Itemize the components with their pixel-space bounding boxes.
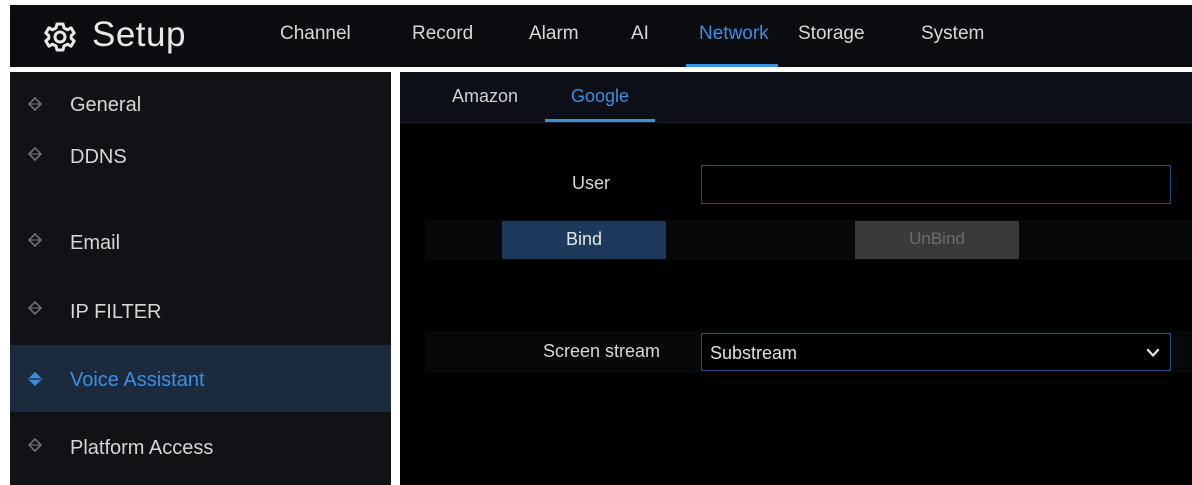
sidebar-item-label: Email (70, 232, 121, 254)
tab-google[interactable]: Google (545, 72, 655, 122)
diamond-bullet-icon (28, 97, 42, 111)
nav-ai[interactable]: AI (631, 5, 653, 67)
sidebar-item-platform-access[interactable]: Platform Access (10, 412, 391, 479)
sidebar-item-general[interactable]: General (10, 72, 391, 139)
tab-amazon[interactable]: Amazon (440, 72, 530, 122)
sidebar-item-voice-assistant[interactable]: Voice Assistant (10, 345, 391, 412)
sidebar-item-label: General (70, 94, 142, 116)
content-panel: Amazon Google User Bind UnBind Screen st… (400, 72, 1192, 485)
user-field[interactable] (701, 165, 1171, 204)
diamond-bullet-icon (28, 438, 42, 452)
subtab-bar: Amazon Google (400, 72, 1192, 123)
diamond-bullet-icon (28, 147, 42, 161)
top-header: Setup Channel Record Alarm AI Network St… (10, 5, 1192, 67)
sidebar-item-email[interactable]: Email (10, 206, 391, 273)
sidebar-item-label: IP FILTER (70, 301, 162, 323)
sidebar: General DDNS Email IP FILTER Voice Assis… (10, 72, 391, 485)
sidebar-item-ip-filter[interactable]: IP FILTER (10, 273, 391, 340)
main-nav: Channel Record Alarm AI Network Storage … (280, 5, 1011, 67)
nav-system[interactable]: System (921, 5, 1011, 67)
sidebar-item-label: DDNS (70, 146, 127, 168)
sidebar-item-label: Voice Assistant (70, 369, 205, 391)
chevron-down-icon (1146, 348, 1160, 357)
diamond-bullet-icon (28, 233, 42, 247)
nav-storage[interactable]: Storage (798, 5, 888, 67)
screen-stream-label: Screen stream (542, 341, 660, 361)
screen-stream-value: Substream (710, 343, 798, 363)
page-title: Setup (92, 15, 186, 54)
nav-channel[interactable]: Channel (280, 5, 392, 67)
bind-button[interactable]: Bind (502, 221, 666, 259)
nav-alarm[interactable]: Alarm (529, 5, 591, 67)
sidebar-item-label: Platform Access (70, 437, 214, 459)
user-label: User (571, 173, 610, 193)
nav-network[interactable]: Network (686, 5, 778, 67)
screen-stream-select[interactable]: Substream (701, 333, 1171, 371)
diamond-bullet-icon (28, 372, 42, 386)
nav-record[interactable]: Record (412, 5, 492, 67)
setup-window: Setup Channel Record Alarm AI Network St… (0, 0, 1192, 485)
gear-icon[interactable] (44, 21, 76, 53)
sidebar-item-ddns[interactable]: DDNS (10, 139, 391, 206)
unbind-button[interactable]: UnBind (855, 221, 1019, 259)
diamond-bullet-icon (28, 301, 42, 315)
